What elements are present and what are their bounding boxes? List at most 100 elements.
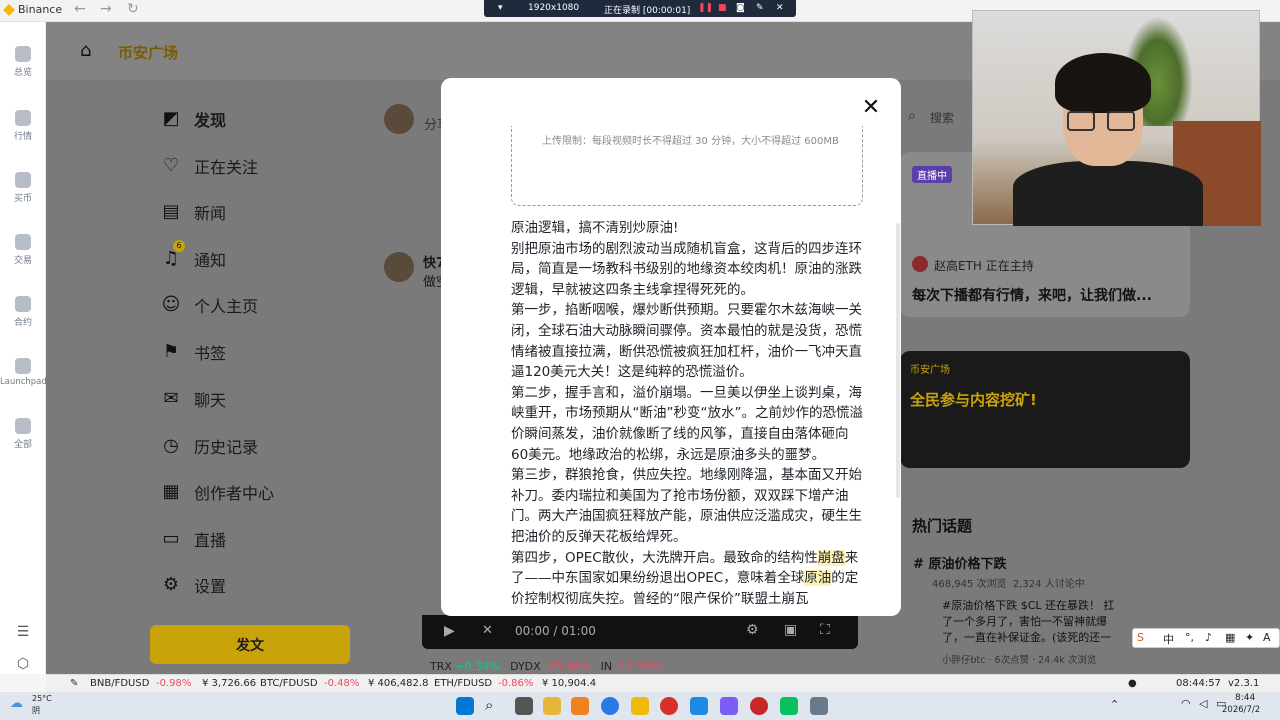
rail-item-futures[interactable]: 合约 (0, 296, 46, 328)
punct-icon: °, (1185, 631, 1194, 644)
text-run: 第四步，OPEC散伙，大洗牌开启。最致命的结构性 (511, 549, 818, 566)
following-icon: ♡ (162, 155, 180, 176)
app-icon[interactable] (720, 697, 738, 715)
highlight: 原油 (804, 570, 832, 587)
nav-creator-center[interactable]: ▦ 创作者中心 (160, 477, 274, 507)
paragraph: 别把原油市场的剧烈波动当成随机盲盒，这背后的四步连环局，简直是一场教科书级别的地… (511, 240, 862, 298)
task-view-icon[interactable] (515, 697, 533, 715)
edge-icon[interactable] (601, 697, 619, 715)
avatar (384, 252, 414, 282)
app-icon[interactable] (571, 697, 589, 715)
rail-item-launchpad[interactable]: Launchpad (0, 358, 47, 387)
highlight: 崩盘 (817, 549, 845, 566)
post-button[interactable]: 发文 (150, 625, 350, 664)
buy-icon (15, 172, 31, 188)
nav-bookmarks[interactable]: ⚑ 书签 (160, 337, 226, 367)
price-ticker: ✎ BNB/FDUSD -0.98% ¥ 3,726.66 BTC/FDUSD … (46, 674, 1280, 692)
rail-item-all[interactable]: 全部 (0, 418, 46, 450)
search-icon[interactable]: ⌕ (485, 696, 493, 714)
rail-label: 行情 (13, 132, 32, 142)
rail-item-trade[interactable]: 交易 (0, 234, 46, 266)
clock-time[interactable]: 8:44 (1235, 693, 1255, 703)
windows-taskbar: ☁ 25°C 阴 ⌕ ⌃ ◠ ◁ ▭ 8:44 2026/7/2 (0, 692, 1280, 720)
play-icon[interactable]: ▶ (444, 623, 455, 639)
stop-icon[interactable]: ■ (718, 3, 727, 13)
promo-banner[interactable]: 币安广场 全民参与内容挖矿! (900, 351, 1190, 468)
nav-notifications[interactable]: ♫ 通知 (160, 244, 226, 274)
ime-toolbar[interactable]: S 中 °, ♪ ▦ ✦ A (1132, 628, 1280, 648)
settings-icon[interactable]: ⚙ (746, 622, 759, 638)
mic-icon: ♪ (1205, 631, 1213, 644)
post-body-editor[interactable]: 原油逻辑，搞不清别炒原油! 别把原油市场的剧烈波动当成随机盲盒，这背后的四步连环… (511, 218, 865, 609)
modal-scrollbar[interactable] (896, 223, 900, 498)
hexagon-icon[interactable]: ⬡ (0, 656, 46, 672)
camera-icon[interactable]: ◙ (736, 3, 745, 13)
ticker-pair[interactable]: ETH/FDUSD (434, 678, 492, 689)
record-app-icon[interactable] (750, 697, 768, 715)
ticker-change: -12.59% (615, 660, 662, 673)
edit-icon[interactable]: ✎ (70, 678, 78, 689)
wechat-icon[interactable] (780, 697, 798, 715)
binance-logo-icon (3, 4, 15, 16)
binance-icon[interactable] (631, 697, 649, 715)
topic-name[interactable]: # 原油价格下跌 (913, 553, 1006, 572)
live-title: 每次下播都有行情，来吧，让我们做... (912, 288, 1152, 304)
nav-label: 创作者中心 (194, 484, 275, 503)
nav-history[interactable]: ◷ 历史记录 (160, 431, 258, 461)
person-hair (1055, 53, 1151, 113)
weather-desc: 阴 (32, 706, 40, 715)
nav-live[interactable]: ▭ 直播 (160, 524, 226, 554)
ticker-pair[interactable]: BNB/FDUSD (90, 678, 149, 689)
tray-up-icon[interactable]: ⌃ (1110, 698, 1119, 711)
pin-icon[interactable]: ▾ (498, 3, 503, 13)
rail-item-markets[interactable]: 行情 (0, 110, 46, 142)
reload-icon[interactable]: ↻ (127, 1, 139, 17)
markets-icon (15, 110, 31, 126)
app-icon[interactable] (810, 697, 828, 715)
topic-label: 原油价格下跌 (928, 557, 1007, 572)
close-icon[interactable]: ✕ (861, 97, 881, 119)
pen-icon[interactable]: ✎ (756, 3, 764, 13)
brand-title[interactable]: 币安广场 (118, 42, 178, 63)
rail-item-buy[interactable]: 买币 (0, 172, 46, 204)
ticker-change: -0.98% (156, 678, 192, 689)
close-recording-icon[interactable]: ✕ (776, 3, 784, 13)
creator-icon: ▦ (162, 481, 180, 502)
webcam-overlay (972, 10, 1261, 226)
pip-icon[interactable]: ▣ (784, 622, 797, 638)
mute-icon[interactable]: ✕ (482, 623, 493, 638)
nav-discover[interactable]: ◩ 发现 (160, 104, 226, 134)
ticker-pair[interactable]: BTC/FDUSD (260, 678, 318, 689)
pause-icon[interactable]: ❚❚ (698, 3, 713, 13)
host-avatar (912, 256, 928, 272)
topic-post[interactable]: #原油价格下跌 $CL 还在暴跌！ 扛了一个多月了，害怕一不留神就爆了，一直在补… (942, 598, 1117, 646)
wifi-icon[interactable]: ◠ (1181, 697, 1191, 710)
forward-icon[interactable]: → (100, 1, 112, 17)
nav-settings[interactable]: ⚙ 设置 (160, 570, 226, 600)
fullscreen-icon[interactable]: ⛶ (820, 622, 830, 638)
news-icon: ▤ (162, 201, 180, 222)
file-explorer-icon[interactable] (543, 697, 561, 715)
windows-start-icon[interactable] (456, 697, 474, 715)
nav-chat[interactable]: ✉ 聊天 (160, 384, 226, 414)
volume-icon[interactable]: ◁ (1199, 697, 1207, 710)
chrome-icon[interactable] (660, 697, 678, 715)
clock-date[interactable]: 2026/7/2 (1222, 705, 1260, 715)
ticker-symbol: IN (600, 660, 613, 673)
create-post-modal: ✕ 上传限制：每段视频时长不得超过 30 分钟，大小不得超过 600MB 原油逻… (441, 78, 901, 616)
grid-icon (15, 418, 31, 434)
settings-icon: ⚙ (162, 574, 180, 595)
nav-news[interactable]: ▤ 新闻 (160, 197, 226, 227)
search-input[interactable]: 搜索 (930, 109, 954, 126)
weather-icon[interactable]: ☁ (10, 696, 23, 711)
nav-following[interactable]: ♡ 正在关注 (160, 151, 258, 181)
rail-item-overview[interactable]: 总览 (0, 46, 46, 78)
app-icon[interactable] (690, 697, 708, 715)
nav-profile[interactable]: ☺ 个人主页 (160, 290, 258, 320)
video-upload-area[interactable]: 上传限制：每段视频时长不得超过 30 分钟，大小不得超过 600MB (511, 126, 863, 206)
ticker-change: +0.34% (455, 660, 500, 673)
back-icon[interactable]: ← (74, 1, 86, 17)
collapse-icon[interactable]: ☰ (0, 624, 46, 640)
home-icon[interactable]: ⌂ (80, 40, 91, 61)
search-icon[interactable]: ⌕ (908, 108, 916, 124)
